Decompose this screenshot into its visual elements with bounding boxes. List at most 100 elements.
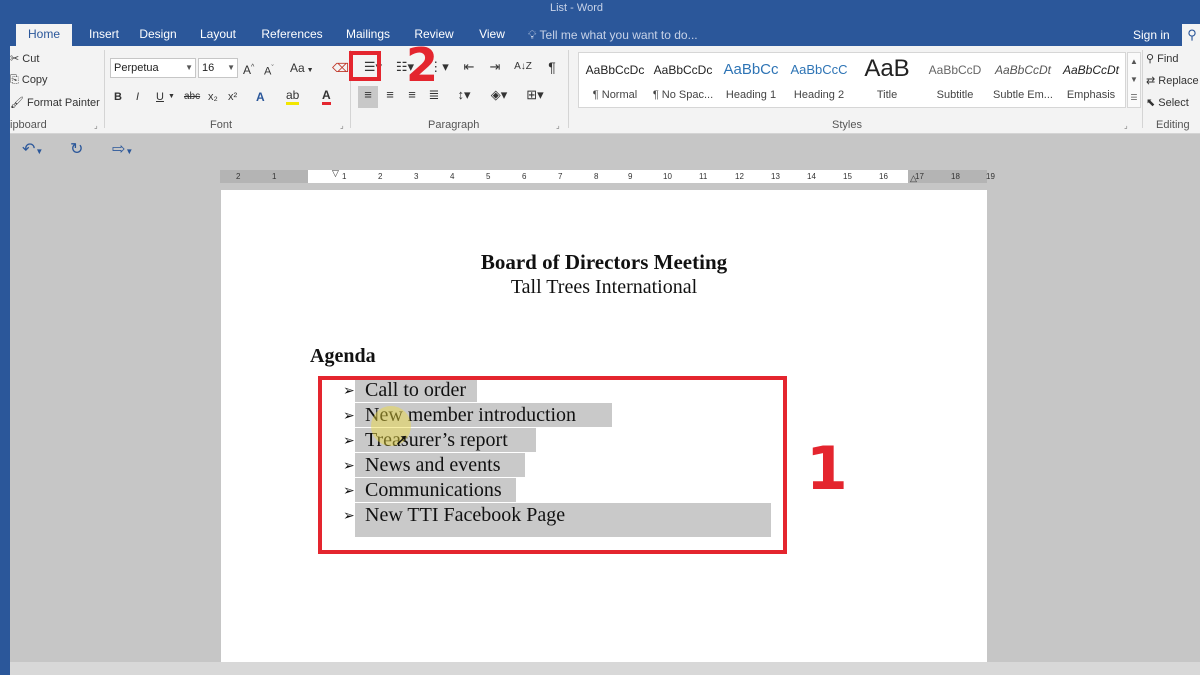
redo-icon[interactable]: ↻ — [70, 139, 83, 159]
replace-label: Replace — [1158, 75, 1199, 87]
tab-insert[interactable]: Insert — [84, 26, 124, 46]
ruler-number: 11 — [699, 172, 708, 181]
select-button[interactable]: ⬉ Select — [1146, 96, 1189, 109]
sort-button[interactable]: A↓Z — [512, 58, 534, 76]
decrease-indent-icon[interactable]: ⇤ — [458, 58, 480, 76]
font-launcher-icon[interactable]: ⌟ — [340, 121, 344, 130]
font-size-value: 16 — [202, 62, 215, 74]
replace-icon: ⇄ — [1146, 75, 1156, 87]
tab-references[interactable]: References — [260, 26, 324, 46]
tab-view[interactable]: View — [474, 26, 510, 46]
line-spacing-icon[interactable]: ↕▾ — [452, 86, 476, 104]
style-normal[interactable]: AaBbCcDc ¶ Normal — [581, 53, 649, 107]
superscript-button[interactable]: x² — [228, 88, 237, 106]
ruler-number: 2 — [236, 172, 241, 181]
ruler-number: 3 — [414, 172, 419, 181]
tab-design[interactable]: Design — [136, 26, 180, 46]
cut-button[interactable]: ✂ Cut — [10, 52, 39, 65]
first-line-indent-marker[interactable]: ▽ — [332, 167, 339, 180]
increase-indent-icon[interactable]: ⇥ — [484, 58, 506, 76]
chevron-down-icon: ▼ — [227, 63, 235, 72]
ruler-number: 9 — [628, 172, 633, 181]
ruler-number: 1 — [272, 172, 277, 181]
copy-button[interactable]: ⎘ Copy — [10, 74, 48, 87]
style-subtitle[interactable]: AaBbCcD Subtitle — [921, 53, 989, 107]
style-sample: AaBbCcDt — [994, 63, 1052, 77]
style-heading-1[interactable]: AaBbCc Heading 1 — [717, 53, 785, 107]
scissors-icon: ✂ — [10, 53, 20, 65]
ruler-number: 7 — [558, 172, 563, 181]
search-icon: ⚲ — [1146, 53, 1155, 65]
chevron-up-icon[interactable]: ▲ — [1128, 53, 1140, 71]
undo-icon[interactable]: ↶▼ — [22, 139, 43, 159]
align-center-icon[interactable]: ≡ — [380, 86, 400, 104]
style-name: ¶ No Spac... — [652, 89, 714, 101]
font-name-combo[interactable]: Perpetua ▼ — [110, 58, 196, 78]
paintbrush-icon: 🖌︎ — [10, 97, 24, 109]
tab-mailings[interactable]: Mailings — [342, 26, 394, 46]
format-painter-label: Format Painter — [27, 97, 100, 109]
style-sample: AaBbCcDt — [1062, 63, 1120, 77]
copy-icon: ⎘ — [10, 74, 19, 86]
touch-mode-icon[interactable]: ⇨▼ — [112, 139, 133, 159]
tell-me-box[interactable]: 💡︎ Tell me what you want to do... — [528, 28, 698, 43]
more-styles-icon[interactable]: ☰ — [1128, 89, 1140, 107]
ruler-number: 1 — [342, 172, 347, 181]
bold-button[interactable]: B — [114, 88, 122, 106]
style-title[interactable]: AaB Title — [853, 53, 921, 107]
style-no-spacing[interactable]: AaBbCcDc ¶ No Spac... — [649, 53, 717, 107]
annotation-box-2 — [349, 51, 381, 81]
style-emphasis[interactable]: AaBbCcDt Emphasis — [1057, 53, 1125, 107]
style-sample: AaBbCcD — [928, 63, 982, 77]
highlight-color-icon[interactable]: ab — [286, 88, 300, 105]
align-left-icon[interactable]: ≡ — [358, 86, 378, 108]
user-icon[interactable]: ⚲ — [1182, 24, 1200, 46]
styles-scroll[interactable]: ▲ ▼ ☰ — [1127, 52, 1141, 108]
change-case-label: Aa — [290, 61, 305, 75]
grow-font-label: A — [243, 63, 252, 77]
style-name: Subtitle — [936, 89, 974, 101]
window-title: List - Word — [550, 2, 603, 14]
replace-button[interactable]: ⇄ Replace — [1146, 74, 1199, 87]
right-indent-marker[interactable]: △ — [910, 172, 917, 185]
italic-button[interactable]: I — [136, 88, 139, 106]
document-subtitle: Tall Trees International — [510, 276, 698, 298]
agenda-heading: Agenda — [310, 345, 376, 367]
chevron-down-icon: ▼ — [125, 147, 134, 156]
lightbulb-icon: 💡︎ — [528, 28, 537, 42]
clipboard-launcher-icon[interactable]: ⌟ — [94, 121, 98, 130]
ruler-number: 16 — [879, 172, 888, 181]
separator — [568, 50, 569, 128]
show-marks-button[interactable]: ¶ — [542, 58, 562, 76]
separator — [104, 50, 105, 128]
ruler-number: 8 — [594, 172, 599, 181]
clear-formatting-icon[interactable]: ⌫ — [332, 59, 349, 77]
chevron-down-icon[interactable]: ▼ — [168, 88, 175, 106]
horizontal-ruler[interactable]: 2 1 1 2 3 4 5 6 7 8 9 10 11 12 13 14 15 … — [220, 167, 995, 185]
change-case-button[interactable]: Aa ▼ — [290, 59, 314, 80]
text-effects-icon[interactable]: A — [256, 88, 265, 106]
grow-font-button[interactable]: A^ — [243, 59, 254, 79]
tab-layout[interactable]: Layout — [196, 26, 240, 46]
borders-icon[interactable]: ⊞▾ — [522, 86, 548, 104]
font-size-combo[interactable]: 16 ▼ — [198, 58, 238, 78]
font-color-icon[interactable]: A — [322, 88, 331, 105]
shading-icon[interactable]: ◈▾ — [486, 86, 512, 104]
chevron-down-icon[interactable]: ▼ — [1128, 71, 1140, 89]
find-button[interactable]: ⚲ Find — [1146, 52, 1179, 65]
styles-launcher-icon[interactable]: ⌟ — [1124, 121, 1128, 130]
tab-home[interactable]: Home — [16, 24, 72, 46]
shrink-font-button[interactable]: Aˇ — [264, 60, 274, 81]
style-name: ¶ Normal — [592, 89, 638, 101]
format-painter-button[interactable]: 🖌︎ Format Painter — [10, 96, 100, 109]
style-heading-2[interactable]: AaBbCcC Heading 2 — [785, 53, 853, 107]
style-subtle-emphasis[interactable]: AaBbCcDt Subtle Em... — [989, 53, 1057, 107]
sign-in-link[interactable]: Sign in — [1133, 28, 1170, 42]
underline-button[interactable]: U — [156, 88, 164, 106]
paragraph-launcher-icon[interactable]: ⌟ — [556, 121, 560, 130]
strikethrough-button[interactable]: abc — [184, 88, 200, 106]
clipboard-group-label: ipboard — [10, 119, 47, 131]
find-label: Find — [1157, 53, 1179, 65]
font-name-value: Perpetua — [114, 62, 159, 74]
subscript-button[interactable]: x₂ — [208, 88, 218, 106]
